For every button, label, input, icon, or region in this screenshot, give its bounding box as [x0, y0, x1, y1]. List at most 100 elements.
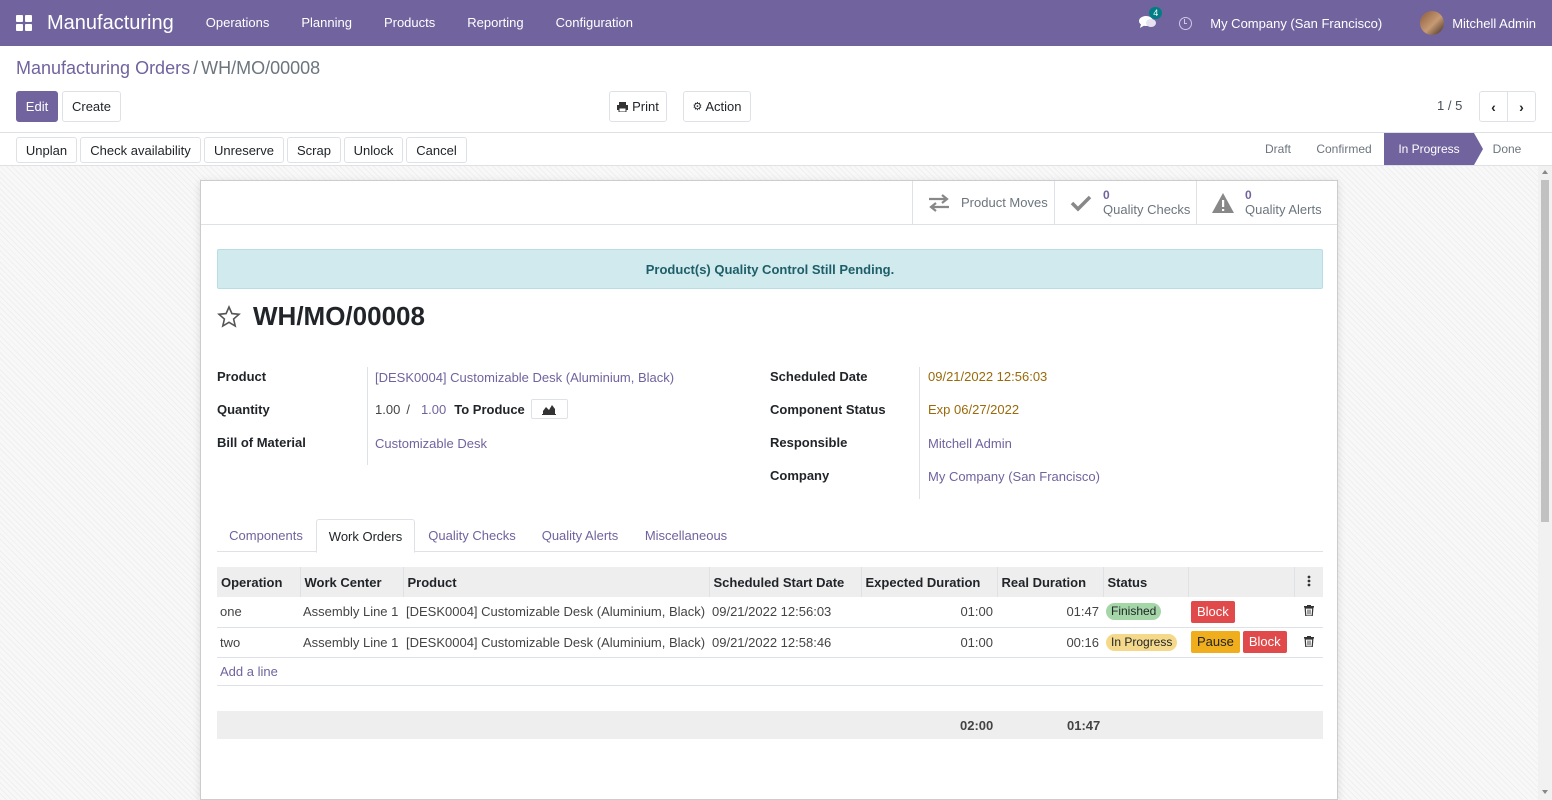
cell-real-duration: 01:47 [997, 597, 1103, 628]
pager-value[interactable]: 1 / 5 [1437, 98, 1462, 113]
column-work-center[interactable]: Work Center [299, 567, 403, 597]
menu-reporting[interactable]: Reporting [451, 0, 539, 46]
cell-product: [DESK0004] Customizable Desk (Aluminium,… [403, 627, 709, 658]
unreserve-button[interactable]: Unreserve [204, 137, 284, 163]
gear-icon: ⚙ [692, 101, 703, 113]
cell-real-duration: 00:16 [997, 627, 1103, 658]
stage-in-progress[interactable]: In Progress [1384, 133, 1474, 165]
user-name[interactable]: Mitchell Admin [1452, 16, 1536, 31]
menu-products[interactable]: Products [368, 0, 451, 46]
exchange-arrows-icon [929, 193, 949, 212]
notebook-tabs: Components Work Orders Quality Checks Qu… [217, 519, 1323, 553]
create-button[interactable]: Create [62, 91, 121, 122]
scheduled-date-field[interactable]: 09/21/2022 12:56:03 [928, 369, 1047, 384]
tab-work-orders[interactable]: Work Orders [316, 519, 415, 553]
messaging-menu[interactable]: 4 [1139, 7, 1163, 31]
edit-button[interactable]: Edit [16, 91, 58, 122]
quality-checks-smart-button[interactable]: 0 Quality Checks [1054, 181, 1196, 224]
chevron-left-icon: ‹ [1491, 98, 1496, 115]
add-a-line-link[interactable]: Add a line [220, 664, 278, 679]
record-name: WH/MO/00008 [253, 301, 425, 331]
table-footer-totals: 02:00 01:47 [217, 711, 1323, 739]
print-label: Print [632, 99, 659, 114]
menu-planning[interactable]: Planning [285, 0, 368, 46]
star-icon[interactable] [217, 304, 241, 329]
navbar-systray: 4 My Company (San Francisco) Mitchell Ad… [1139, 0, 1536, 46]
chevron-right-icon: › [1519, 98, 1524, 115]
block-button[interactable]: Block [1242, 631, 1287, 653]
menu-operations[interactable]: Operations [190, 0, 286, 46]
stage-draft[interactable]: Draft [1254, 133, 1302, 165]
breadcrumb-separator: / [193, 58, 199, 78]
apps-menu-icon[interactable] [16, 15, 32, 31]
notification-badge: 4 [1149, 7, 1163, 19]
forecast-report-button[interactable] [530, 399, 568, 419]
printer-icon [617, 101, 629, 112]
form-sheet: Product Moves 0 Quality Checks 0 Quality… [200, 180, 1338, 800]
form-statusbar: Unplan Check availability Unreserve Scra… [0, 132, 1552, 166]
cell-work-center: Assembly Line 1 [300, 597, 403, 628]
quality-alerts-smart-button[interactable]: 0 Quality Alerts [1196, 181, 1337, 224]
action-button[interactable]: ⚙ Action [683, 91, 751, 122]
optional-columns-toggle[interactable] [1293, 567, 1323, 597]
app-name[interactable]: Manufacturing [47, 12, 174, 35]
tab-quality-checks[interactable]: Quality Checks [415, 519, 529, 552]
quantity-total: 1.00 [420, 401, 447, 417]
unplan-button[interactable]: Unplan [16, 137, 77, 163]
breadcrumb-parent[interactable]: Manufacturing Orders [16, 58, 190, 78]
cancel-button[interactable]: Cancel [406, 137, 467, 163]
stage-done[interactable]: Done [1484, 133, 1530, 165]
activity-clock-icon[interactable] [1179, 16, 1193, 30]
table-row[interactable]: one Assembly Line 1 [DESK0004] Customiza… [217, 597, 1323, 628]
user-avatar[interactable] [1420, 11, 1445, 35]
scroll-up-icon[interactable] [1542, 170, 1548, 174]
cell-delete [1294, 597, 1323, 628]
total-expected-duration: 02:00 [960, 718, 994, 733]
quality-checks-count: 0 [1103, 188, 1110, 202]
column-real-duration[interactable]: Real Duration [996, 567, 1103, 597]
block-button[interactable]: Block [1191, 600, 1235, 623]
column-status[interactable]: Status [1102, 567, 1188, 597]
pager-next-button[interactable]: › [1507, 91, 1536, 122]
tab-quality-alerts[interactable]: Quality Alerts [529, 519, 631, 552]
component-status-field: Exp 06/27/2022 [928, 402, 1020, 417]
column-operation[interactable]: Operation [217, 567, 300, 597]
cell-operation: two [217, 627, 300, 658]
menu-configuration[interactable]: Configuration [540, 0, 649, 46]
responsible-field[interactable]: Mitchell Admin [928, 436, 1012, 451]
right-group-divider [919, 367, 920, 499]
column-scheduled-start[interactable]: Scheduled Start Date [708, 567, 861, 597]
trash-icon[interactable] [1303, 635, 1314, 648]
left-group-divider [367, 367, 368, 465]
stage-arrow [1474, 133, 1483, 165]
cell-expected-duration: 01:00 [861, 597, 997, 628]
scrollbar-thumb[interactable] [1541, 180, 1549, 522]
scrap-button[interactable]: Scrap [287, 137, 341, 163]
column-expected-duration[interactable]: Expected Duration [860, 567, 997, 597]
company-field[interactable]: My Company (San Francisco) [928, 469, 1100, 484]
scroll-down-icon[interactable] [1542, 790, 1548, 794]
company-switcher[interactable]: My Company (San Francisco) [1210, 16, 1382, 31]
trash-icon[interactable] [1303, 605, 1314, 617]
stage-confirmed[interactable]: Confirmed [1304, 133, 1384, 165]
pause-button[interactable]: Pause [1191, 631, 1240, 653]
tab-components[interactable]: Components [217, 519, 315, 552]
smart-buttons-bar: Product Moves 0 Quality Checks 0 Quality… [201, 181, 1337, 225]
unlock-button[interactable]: Unlock [344, 137, 403, 163]
pager-previous-button[interactable]: ‹ [1479, 91, 1508, 122]
cell-actions: Pause Block [1188, 627, 1294, 658]
column-product[interactable]: Product [402, 567, 709, 597]
quantity-separator: / [406, 401, 410, 417]
check-availability-button[interactable]: Check availability [80, 137, 201, 163]
table-row[interactable]: two Assembly Line 1 [DESK0004] Customiza… [217, 627, 1323, 658]
column-actions [1187, 567, 1294, 597]
product-field[interactable]: [DESK0004] Customizable Desk (Aluminium,… [375, 370, 674, 385]
cell-status: Finished [1103, 597, 1188, 628]
component-status-label: Component Status [770, 402, 886, 417]
print-button[interactable]: Print [609, 91, 667, 122]
company-label: Company [770, 468, 830, 483]
product-moves-button[interactable]: Product Moves [912, 181, 1054, 224]
scrollbar[interactable] [1538, 166, 1552, 800]
bom-field[interactable]: Customizable Desk [375, 436, 487, 451]
tab-miscellaneous[interactable]: Miscellaneous [631, 519, 741, 552]
